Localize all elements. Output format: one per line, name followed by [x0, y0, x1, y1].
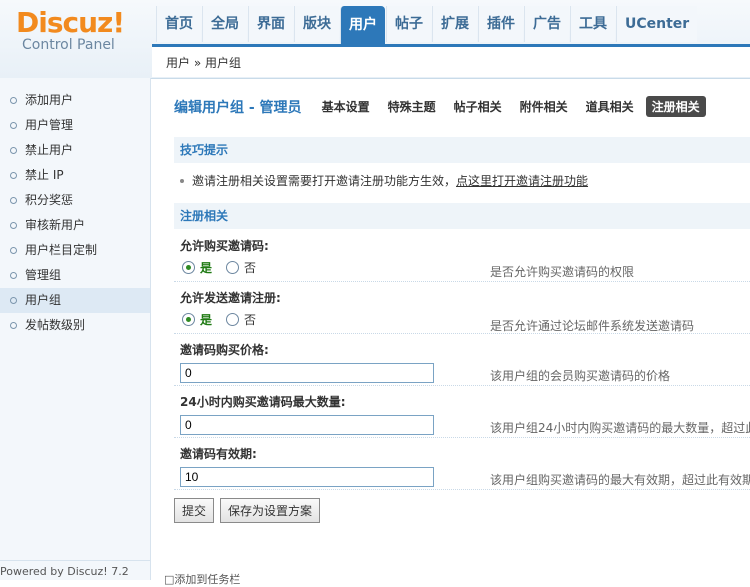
price-label: 邀请码购买价格: — [180, 343, 269, 357]
nav-item-ucenter[interactable]: UCenter — [616, 6, 698, 42]
allow-send-no-radio[interactable]: 否 — [226, 311, 256, 328]
sidebar-item-credits[interactable]: 积分奖惩 — [0, 188, 150, 213]
price-input[interactable] — [180, 363, 434, 383]
tip-message: 邀请注册相关设置需要打开邀请注册功能方生效， — [192, 174, 457, 188]
tab-attachments[interactable]: 附件相关 — [514, 96, 574, 117]
price-row: 邀请码购买价格: 该用户组的会员购买邀请码的价格 — [174, 335, 750, 386]
nav-item-interface[interactable]: 界面 — [248, 6, 293, 42]
top-nav: 首页 全局 界面 版块 用户 帖子 扩展 插件 广告 工具 UCenter — [156, 6, 698, 46]
expiry-input[interactable] — [180, 467, 434, 487]
expiry-desc: 该用户组购买邀请码的最大有效期，超过此有效期 — [490, 473, 750, 487]
sidebar-item-label: 用户组 — [25, 293, 62, 307]
save-scheme-button[interactable]: 保存为设置方案 — [220, 498, 321, 523]
max-buy-input[interactable] — [180, 415, 434, 435]
bullet-icon — [10, 322, 17, 329]
nav-item-home[interactable]: 首页 — [156, 6, 201, 42]
section-heading: 注册相关 — [174, 203, 750, 229]
nav-item-users[interactable]: 用户 — [340, 6, 385, 46]
nav-item-tools[interactable]: 工具 — [570, 6, 615, 42]
sidebar-item-label: 用户栏目定制 — [25, 243, 98, 257]
sidebar-item-profile-fields[interactable]: 用户栏目定制 — [0, 238, 150, 263]
nav-item-posts[interactable]: 帖子 — [386, 6, 431, 42]
sidebar-item-label: 管理组 — [25, 268, 62, 282]
page-title: 编辑用户组 - 管理员 — [174, 99, 302, 116]
tip-text: 邀请注册相关设置需要打开邀请注册功能方生效，点这里打开邀请注册功能 — [178, 169, 750, 193]
expiry-row: 邀请码有效期: 该用户组购买邀请码的最大有效期，超过此有效期 — [174, 439, 750, 490]
bullet-icon — [10, 197, 17, 204]
sidebar-item-label: 发帖数级别 — [25, 318, 86, 332]
logo-word: Discuz — [16, 6, 113, 39]
nav-item-plugins[interactable]: 插件 — [478, 6, 523, 42]
powered-by: Powered by Discuz! 7.2 — [0, 560, 150, 585]
allow-send-yes-radio[interactable]: 是 — [182, 311, 212, 328]
sidebar-item-label: 用户管理 — [25, 118, 74, 132]
radio-unchecked-icon — [226, 313, 240, 326]
sidebar-item-manage-users[interactable]: 用户管理 — [0, 113, 150, 138]
allow-send-row: 允许发送邀请注册: 是 否 是否允许通过论坛邮件系统发送邀请码 — [174, 283, 750, 334]
allow-buy-desc: 是否允许购买邀请码的权限 — [490, 265, 635, 279]
submit-button[interactable]: 提交 — [174, 498, 215, 523]
tab-posts[interactable]: 帖子相关 — [448, 96, 508, 117]
sidebar-item-user-groups[interactable]: 用户组 — [0, 288, 150, 313]
sidebar-item-ban-ip[interactable]: 禁止 IP — [0, 163, 150, 188]
sidebar: 添加用户 用户管理 禁止用户 禁止 IP 积分奖惩 审核新用户 用户栏目定制 管… — [0, 78, 151, 580]
allow-buy-row: 允许购买邀请码: 是 否 是否允许购买邀请码的权限 — [174, 231, 750, 282]
discuz-logo[interactable]: Discuz! Control Panel — [16, 6, 125, 53]
sidebar-item-post-ranks[interactable]: 发帖数级别 — [0, 313, 150, 338]
radio-label: 是 — [200, 313, 213, 327]
allow-send-label: 允许发送邀请注册: — [180, 291, 281, 305]
tab-basic[interactable]: 基本设置 — [316, 96, 376, 117]
sidebar-item-admin-groups[interactable]: 管理组 — [0, 263, 150, 288]
bullet-icon — [10, 147, 17, 154]
bullet-icon — [10, 247, 17, 254]
bullet-icon — [180, 179, 184, 183]
radio-label: 是 — [200, 261, 213, 275]
max-buy-desc: 该用户组24小时内购买邀请码的最大数量，超过此 — [490, 421, 750, 435]
allow-buy-no-radio[interactable]: 否 — [226, 259, 256, 276]
tab-special-topics[interactable]: 特殊主题 — [382, 96, 442, 117]
settings-tabs: 基本设置 特殊主题 帖子相关 附件相关 道具相关 注册相关 — [316, 96, 706, 117]
radio-unchecked-icon — [226, 261, 240, 274]
allow-buy-label: 允许购买邀请码: — [180, 239, 269, 253]
allow-send-desc: 是否允许通过论坛邮件系统发送邀请码 — [490, 319, 695, 333]
max-buy-label: 24小时内购买邀请码最大数量: — [180, 395, 346, 409]
sidebar-item-label: 禁止用户 — [25, 143, 74, 157]
sidebar-item-ban-user[interactable]: 禁止用户 — [0, 138, 150, 163]
radio-checked-icon — [182, 261, 195, 274]
enable-invite-link[interactable]: 点这里打开邀请注册功能 — [456, 174, 588, 188]
bullet-icon — [10, 172, 17, 179]
tips-heading: 技巧提示 — [174, 137, 750, 163]
logo-subtitle: Control Panel — [22, 37, 115, 53]
footer-cut-text: □添加到任务栏 — [164, 573, 241, 586]
tab-registration[interactable]: 注册相关 — [645, 96, 706, 117]
sidebar-item-label: 积分奖惩 — [25, 193, 74, 207]
nav-item-ads[interactable]: 广告 — [524, 6, 569, 42]
radio-checked-icon — [182, 313, 195, 326]
radio-label: 否 — [244, 261, 257, 275]
breadcrumb: 用户 » 用户组 — [152, 44, 750, 77]
price-desc: 该用户组的会员购买邀请码的价格 — [490, 369, 671, 383]
sidebar-item-label: 审核新用户 — [25, 218, 86, 232]
nav-item-extend[interactable]: 扩展 — [432, 6, 477, 42]
logo-bang: ! — [112, 6, 125, 39]
radio-label: 否 — [244, 313, 257, 327]
main-content: 编辑用户组 - 管理员 基本设置 特殊主题 帖子相关 附件相关 道具相关 注册相… — [152, 80, 750, 580]
bullet-icon — [10, 222, 17, 229]
allow-buy-yes-radio[interactable]: 是 — [182, 259, 212, 276]
bullet-icon — [10, 272, 17, 279]
nav-item-global[interactable]: 全局 — [202, 6, 247, 42]
sidebar-item-label: 禁止 IP — [25, 168, 64, 182]
expiry-label: 邀请码有效期: — [180, 447, 257, 461]
nav-item-forums[interactable]: 版块 — [294, 6, 339, 42]
max-buy-row: 24小时内购买邀请码最大数量: 该用户组24小时内购买邀请码的最大数量，超过此 — [174, 387, 750, 438]
sidebar-item-moderate-new[interactable]: 审核新用户 — [0, 213, 150, 238]
tab-magic[interactable]: 道具相关 — [580, 96, 640, 117]
bullet-icon — [10, 297, 17, 304]
sidebar-item-add-user[interactable]: 添加用户 — [0, 88, 150, 113]
bullet-icon — [10, 97, 17, 104]
sidebar-item-label: 添加用户 — [25, 93, 74, 107]
bullet-icon — [10, 122, 17, 129]
